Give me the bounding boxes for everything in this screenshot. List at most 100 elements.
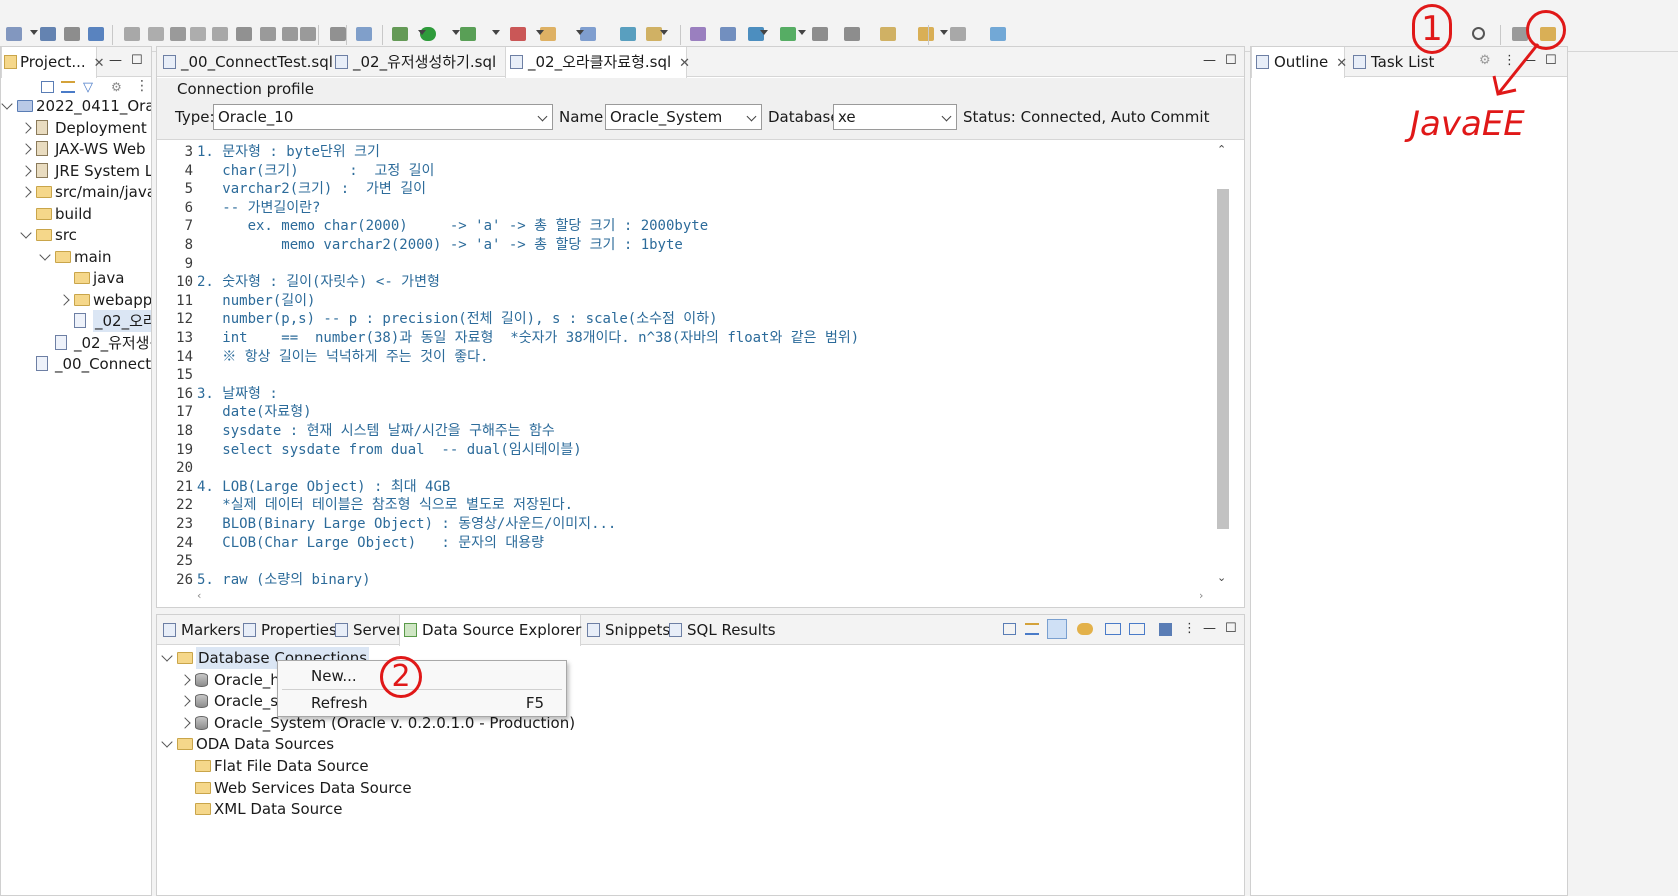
resume-icon[interactable] (170, 27, 186, 41)
tab-properties[interactable]: Properties (239, 615, 337, 645)
external-tools-icon[interactable] (510, 27, 526, 41)
scrollbar-thumb[interactable] (1217, 189, 1229, 529)
more-icon[interactable]: ⋮ (135, 78, 149, 94)
terminate-icon[interactable] (212, 27, 228, 41)
tab-snippets[interactable]: Snippets (583, 615, 670, 645)
project-tree-item[interactable]: main (1, 246, 151, 268)
refresh-icon[interactable] (780, 27, 796, 41)
minimize-icon[interactable]: — (109, 53, 122, 68)
project-tree-item[interactable]: _02_유저생성 (1, 332, 151, 354)
close-icon[interactable]: ✕ (1336, 49, 1347, 79)
minimize-icon[interactable]: — (1203, 53, 1216, 68)
scroll-down-icon[interactable]: ⌄ (1217, 571, 1226, 584)
menu-item-refresh[interactable]: Refresh F5 (278, 690, 566, 716)
search-icon[interactable] (720, 27, 736, 41)
next-annotation-icon[interactable] (812, 27, 828, 41)
maximize-icon[interactable]: ☐ (1225, 53, 1237, 68)
editor-vertical-scrollbar[interactable]: ⌃ ⌄ (1214, 143, 1230, 591)
step-into-icon[interactable] (260, 27, 276, 41)
sql-code-editor[interactable]: 3 1. 문자형 : byte단위 크기 4 char(크기) : 고정 길이 5 v… (163, 143, 1213, 591)
chevron-right-icon[interactable] (58, 293, 70, 306)
dropdown-arrow-icon[interactable] (492, 30, 500, 35)
minimize-icon[interactable]: — (1203, 621, 1216, 636)
collapse-all-icon[interactable] (1003, 623, 1016, 635)
tab-data-source-explorer[interactable]: Data Source Explorer✕ (399, 615, 600, 646)
tab-markers[interactable]: Markers (159, 615, 241, 645)
chevron-right-icon[interactable] (20, 164, 32, 177)
maximize-icon[interactable]: ☐ (1225, 621, 1237, 636)
chevron-right-icon[interactable] (179, 673, 191, 686)
chevron-down-icon[interactable] (39, 248, 51, 261)
filter-icon[interactable]: ▽ (83, 80, 93, 95)
maximize-icon[interactable]: ☐ (131, 53, 143, 68)
save-icon[interactable] (40, 27, 56, 41)
print-icon[interactable] (88, 27, 104, 41)
dropdown-arrow-icon[interactable] (760, 30, 768, 35)
database-select[interactable]: xe (833, 104, 957, 130)
chevron-right-icon[interactable] (20, 186, 32, 198)
tab-sql-results[interactable]: SQL Results (665, 615, 776, 645)
project-tree-item[interactable]: build (1, 203, 151, 225)
drop-frame-icon[interactable] (330, 27, 346, 41)
collapse-all-icon[interactable] (41, 81, 54, 93)
tab-oracle-types[interactable]: _02_오라클자료형.sql ✕ (505, 47, 690, 79)
project-tree-item[interactable]: 2022_0411_Oracle (1, 95, 151, 117)
close-icon[interactable]: ✕ (679, 49, 690, 79)
export-icon[interactable] (1129, 623, 1145, 635)
dropdown-arrow-icon[interactable] (452, 30, 460, 35)
tab-connect-test[interactable]: _00_ConnectTest.sql (159, 47, 333, 77)
skip-icon[interactable] (148, 27, 164, 41)
dropdown-arrow-icon[interactable] (798, 30, 806, 35)
disconnect-icon[interactable] (236, 27, 252, 41)
debug-icon[interactable] (392, 27, 408, 41)
dropdown-arrow-icon[interactable] (418, 30, 426, 35)
project-tree-item[interactable]: JRE System Libr (1, 160, 151, 182)
dropdown-arrow-icon[interactable] (660, 30, 668, 35)
chevron-right-icon[interactable] (20, 143, 32, 155)
new-icon[interactable] (6, 27, 22, 41)
more-icon[interactable]: ⋮ (1183, 621, 1196, 636)
dropdown-arrow-icon[interactable] (30, 30, 38, 35)
quick-access-search-icon[interactable] (1472, 27, 1485, 40)
scroll-right-icon[interactable]: › (1199, 589, 1203, 602)
link-editor-icon[interactable] (1025, 623, 1039, 635)
project-tree-item[interactable]: src/main/java (1, 181, 151, 203)
new-class-icon[interactable] (620, 27, 636, 41)
data-source-tree-item[interactable]: ODA Data Sources (157, 733, 1244, 755)
last-edit-icon[interactable] (880, 27, 896, 41)
chevron-down-icon[interactable] (20, 227, 32, 239)
suspend-icon[interactable] (190, 27, 206, 41)
project-tree-item[interactable]: _02_오라 (1, 310, 151, 332)
data-source-tree-item[interactable]: Flat File Data Source (157, 755, 1244, 777)
name-select[interactable]: Oracle_System (605, 104, 762, 130)
tab-create-user[interactable]: _02_유저생성하기.sql (331, 47, 503, 77)
prev-annotation-icon[interactable] (844, 27, 860, 41)
type-select[interactable]: Oracle_10 (213, 104, 553, 130)
connect-icon[interactable] (1077, 623, 1093, 635)
hierarchy-icon[interactable] (1047, 619, 1067, 639)
step-return-icon[interactable] (300, 27, 316, 41)
close-icon[interactable]: ✕ (94, 49, 105, 79)
data-source-tree-item[interactable]: XML Data Source (157, 798, 1244, 820)
dropdown-arrow-icon[interactable] (536, 30, 544, 35)
save-all-icon[interactable] (64, 27, 80, 41)
dropdown-arrow-icon[interactable] (576, 30, 584, 35)
use-step-filters-icon[interactable] (356, 27, 372, 41)
scroll-left-icon[interactable]: ‹ (197, 589, 201, 602)
data-source-tree-item[interactable]: Web Services Data Source (157, 777, 1244, 799)
forward-icon[interactable] (950, 27, 966, 41)
import-icon[interactable] (1105, 623, 1121, 635)
chevron-down-icon[interactable] (1, 98, 13, 110)
view-menu-icon[interactable]: ⚙ (111, 80, 122, 94)
dropdown-arrow-icon[interactable] (940, 30, 948, 35)
back-icon[interactable] (918, 27, 934, 41)
project-tree-item[interactable]: JAX-WS Web S (1, 138, 151, 160)
project-tree-item[interactable]: _00_ConnectTe (1, 353, 151, 375)
project-tree-item[interactable]: src (1, 224, 151, 246)
link-editor-icon[interactable] (61, 81, 75, 93)
project-tree-item[interactable]: Deployment De (1, 117, 151, 139)
menu-item-new[interactable]: New... (278, 663, 566, 689)
chevron-right-icon[interactable] (179, 717, 191, 729)
scroll-up-icon[interactable]: ⌃ (1217, 143, 1226, 156)
project-tree-item[interactable]: java (1, 267, 151, 289)
